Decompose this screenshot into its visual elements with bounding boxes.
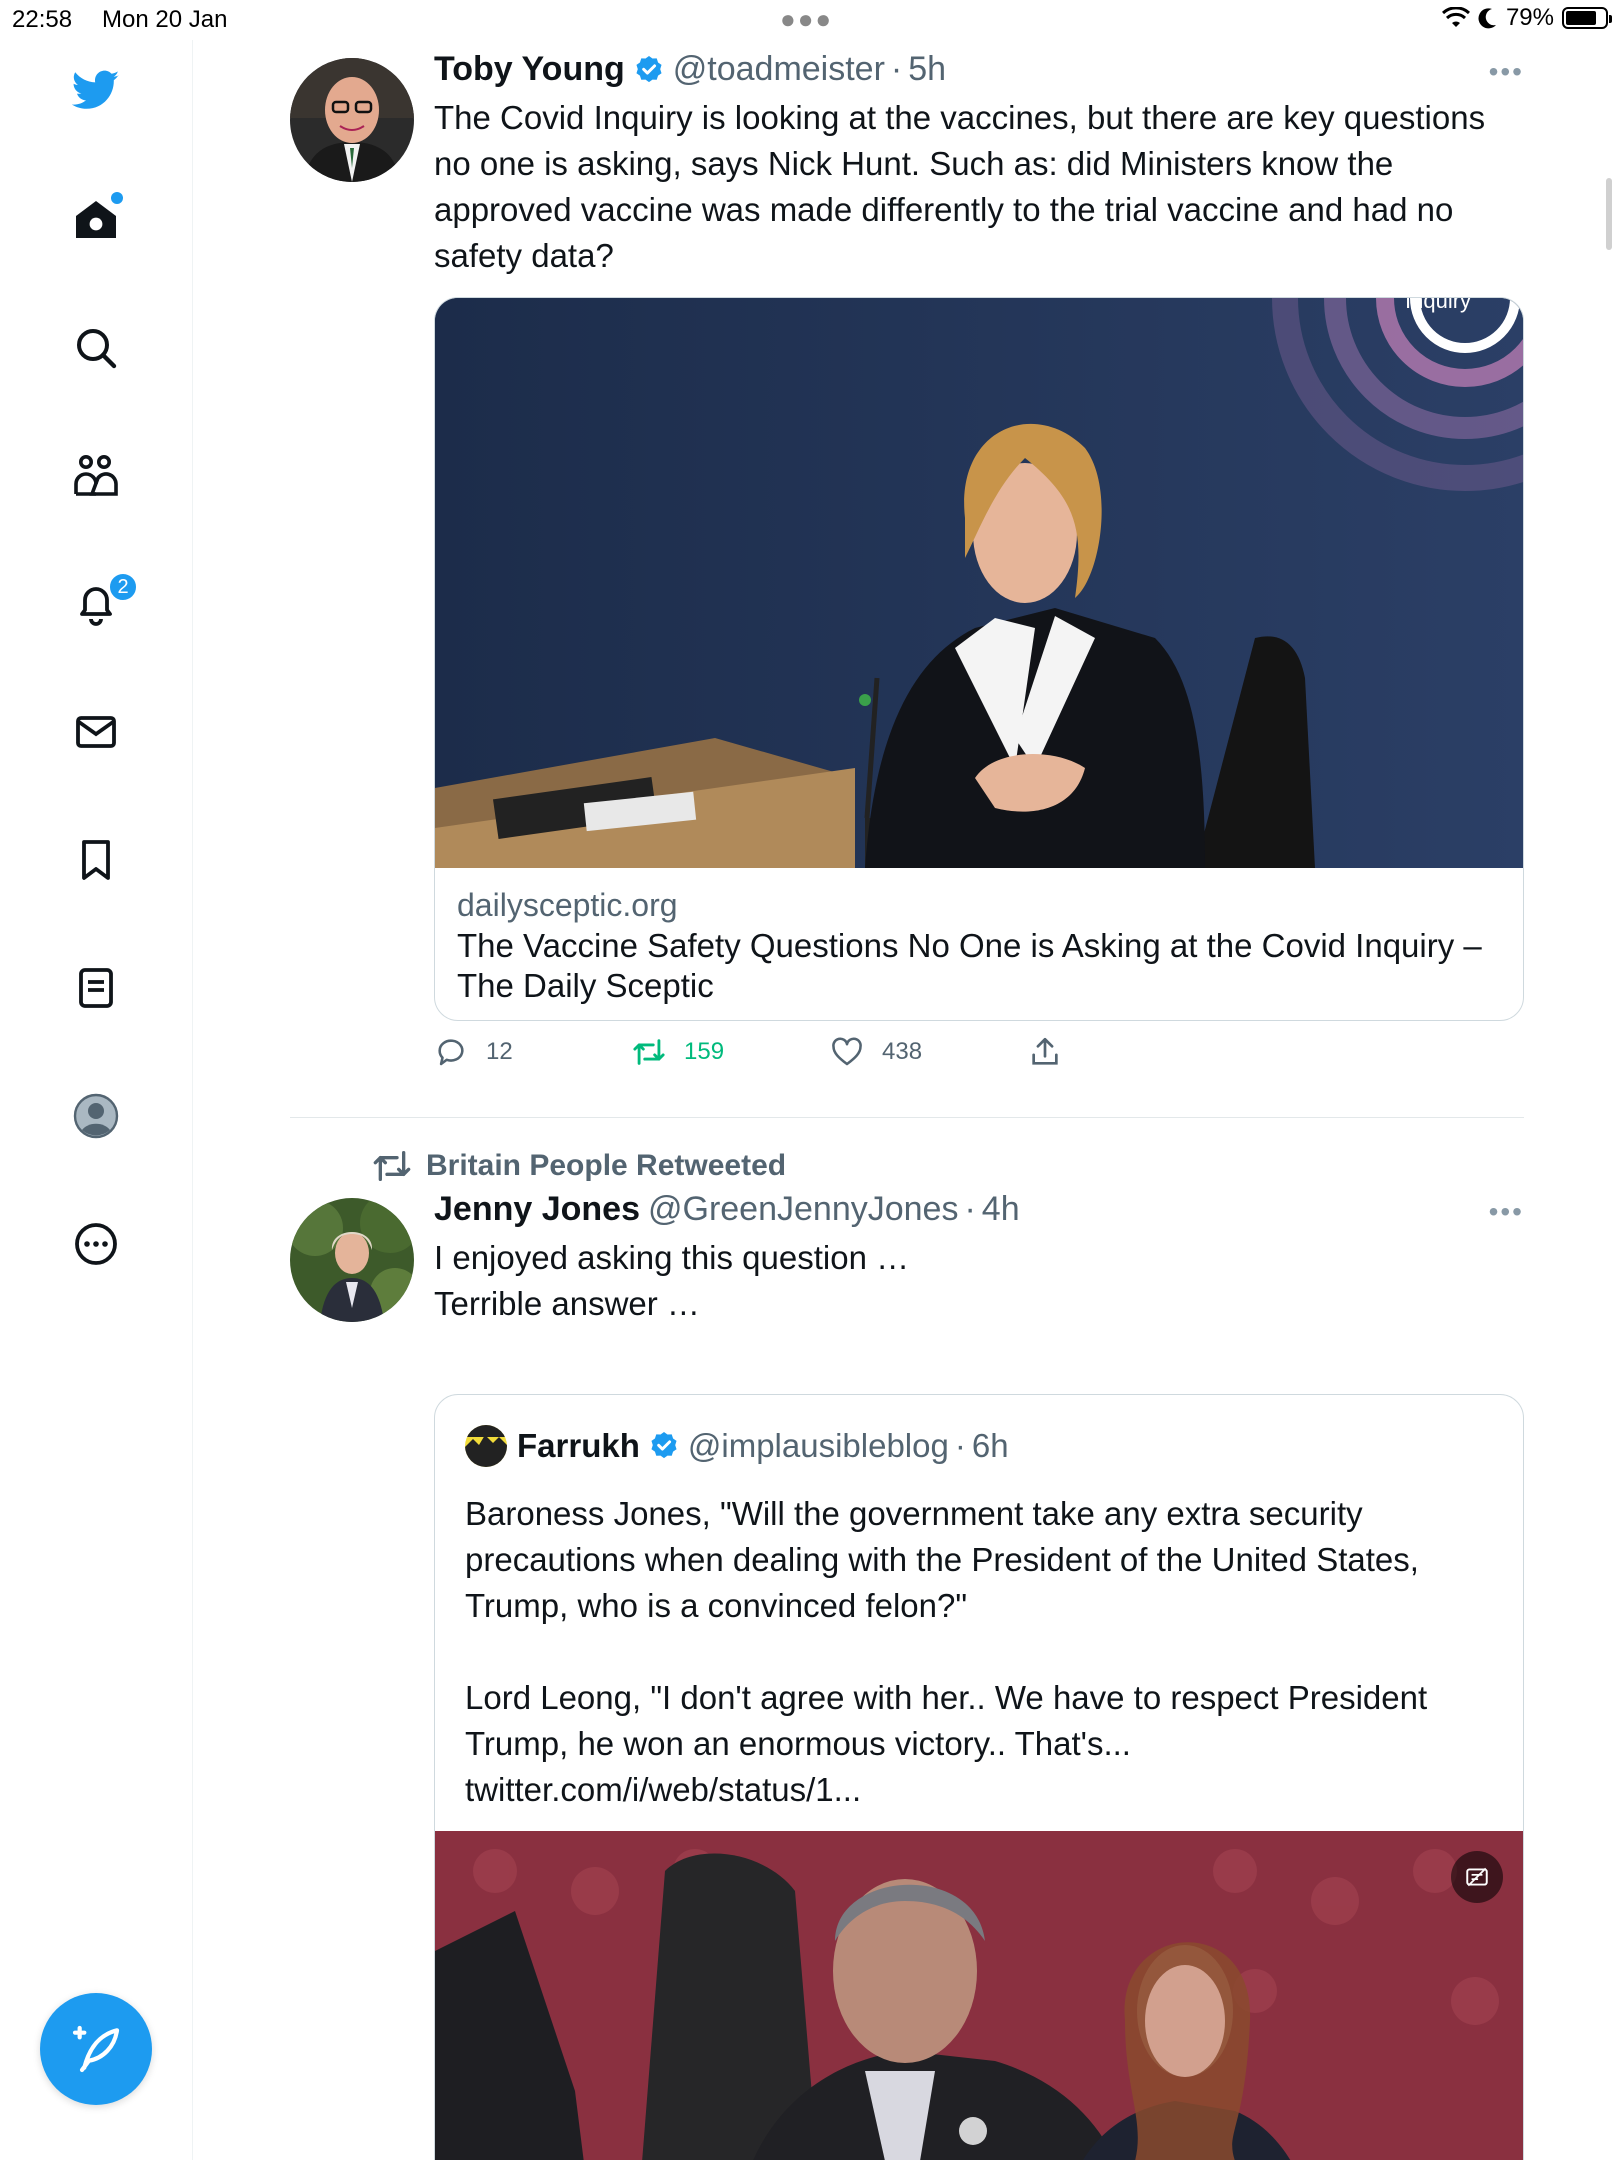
communities-icon bbox=[74, 455, 118, 496]
sidebar-item-profile[interactable] bbox=[56, 1076, 136, 1156]
sidebar-item-communities[interactable] bbox=[56, 436, 136, 516]
battery-icon bbox=[1562, 7, 1612, 29]
tweet-time[interactable]: 4h bbox=[982, 1190, 1020, 1229]
quoted-author-handle: @implausibleblog bbox=[687, 1427, 949, 1464]
heart-icon bbox=[832, 1037, 862, 1066]
lists-icon bbox=[79, 968, 113, 1008]
tweet-time[interactable]: 5h bbox=[908, 50, 946, 89]
media-settings-button[interactable] bbox=[1451, 1851, 1503, 1903]
verified-badge-icon bbox=[651, 1432, 677, 1459]
wifi-icon bbox=[1441, 7, 1470, 27]
more-circle-icon bbox=[75, 1223, 117, 1265]
tweet-text: I enjoyed asking this question … Terribl… bbox=[434, 1239, 910, 1322]
home-icon bbox=[76, 201, 116, 238]
retweet-count: 159 bbox=[684, 1038, 725, 1065]
moon-icon bbox=[1478, 8, 1496, 29]
reply-button[interactable]: 12 bbox=[434, 1035, 513, 1069]
author-name[interactable]: Toby Young bbox=[434, 50, 625, 89]
twitter-logo[interactable] bbox=[56, 50, 136, 130]
sidebar-nav: 2 bbox=[0, 40, 193, 2160]
sidebar-item-bookmarks[interactable] bbox=[56, 820, 136, 900]
sidebar-item-messages[interactable] bbox=[56, 692, 136, 772]
link-card-domain: dailysceptic.org bbox=[457, 887, 678, 923]
sidebar-item-notifications[interactable]: 2 bbox=[56, 564, 138, 644]
quoted-author-name: Farrukh bbox=[517, 1427, 640, 1464]
status-indicators: 79% bbox=[1441, 4, 1612, 32]
battery-percentage: 79% bbox=[1505, 4, 1554, 31]
retweeted-by-text: Britain People Retweeted bbox=[426, 1149, 787, 1182]
tweet-actions: 12 159 438 bbox=[434, 1021, 1524, 1091]
reply-icon bbox=[438, 1039, 464, 1066]
tweet-header: Toby Young @toadmeister · 5h bbox=[434, 50, 1524, 89]
retweet-icon bbox=[373, 1151, 411, 1181]
sidebar-item-home[interactable] bbox=[56, 180, 136, 260]
status-time: 22:58 bbox=[12, 6, 73, 33]
separator-dot: · bbox=[954, 1427, 966, 1464]
tweet-text: The Covid Inquiry is looking at the vacc… bbox=[434, 99, 1486, 274]
separator-dot: · bbox=[890, 50, 903, 88]
link-card-image: Inquiry bbox=[435, 298, 1523, 868]
share-button[interactable] bbox=[1028, 1035, 1062, 1069]
quoted-tweet-text: Baroness Jones, "Will the government tak… bbox=[465, 1495, 1428, 1808]
compose-feather-icon bbox=[72, 2025, 120, 2073]
link-card-body: dailysceptic.org The Vaccine Safety Ques… bbox=[435, 868, 1523, 1020]
search-icon bbox=[77, 329, 117, 369]
profile-avatar-icon bbox=[73, 1093, 119, 1139]
verified-badge-icon bbox=[636, 55, 662, 82]
compose-tweet-button[interactable] bbox=[40, 1993, 152, 2105]
tweet-divider bbox=[290, 1117, 1524, 1118]
media-settings-icon bbox=[1466, 1867, 1488, 1887]
share-icon bbox=[1032, 1037, 1058, 1065]
status-date: Mon 20 Jan bbox=[102, 6, 228, 33]
retweet-icon bbox=[633, 1039, 665, 1065]
scrollbar-indicator[interactable] bbox=[1606, 178, 1612, 250]
link-card[interactable]: Inquiry dailysceptic.org The Vaccine Saf… bbox=[434, 297, 1524, 1021]
home-notification-dot bbox=[111, 192, 123, 204]
sidebar-item-search[interactable] bbox=[56, 308, 136, 388]
retweeted-by-label[interactable]: Britain People Retweeted bbox=[372, 1146, 786, 1186]
quoted-video[interactable] bbox=[435, 1831, 1523, 2160]
inquiry-watermark: Inquiry bbox=[1405, 298, 1471, 313]
notification-badge: 2 bbox=[108, 572, 138, 602]
link-card-title: The Vaccine Safety Questions No One is A… bbox=[457, 927, 1482, 1004]
author-handle[interactable]: @GreenJennyJones bbox=[648, 1190, 958, 1229]
sidebar-item-more[interactable] bbox=[56, 1204, 136, 1284]
sidebar-item-lists[interactable] bbox=[56, 948, 136, 1028]
twitter-bird-icon bbox=[72, 70, 120, 109]
more-options-icon[interactable]: ••• bbox=[1489, 1196, 1524, 1228]
quoted-tweet-time: 6h bbox=[971, 1427, 1009, 1464]
quoted-avatar bbox=[465, 1425, 507, 1467]
avatar[interactable] bbox=[290, 58, 414, 182]
author-handle[interactable]: @toadmeister bbox=[673, 50, 885, 89]
quoted-tweet[interactable]: Farrukh @implausibleblog · 6h Baroness J… bbox=[434, 1394, 1524, 2160]
bookmark-icon bbox=[82, 840, 110, 880]
status-bar: 22:58 Mon 20 Jan ●●● 79% bbox=[0, 0, 1620, 40]
author-name[interactable]: Jenny Jones bbox=[434, 1190, 640, 1229]
tweet-header: Jenny Jones @GreenJennyJones · 4h bbox=[434, 1190, 1524, 1229]
multitasking-dots-icon[interactable]: ●●● bbox=[780, 4, 833, 35]
like-count: 438 bbox=[882, 1038, 923, 1065]
retweet-button[interactable]: 159 bbox=[632, 1035, 724, 1069]
like-button[interactable]: 438 bbox=[830, 1035, 922, 1069]
separator-dot: · bbox=[964, 1190, 976, 1228]
reply-count: 12 bbox=[486, 1038, 513, 1065]
avatar[interactable] bbox=[290, 1198, 414, 1322]
mail-icon bbox=[76, 716, 116, 748]
quoted-tweet-header: Farrukh @implausibleblog · 6h bbox=[435, 1395, 1523, 1467]
more-options-icon[interactable]: ••• bbox=[1489, 56, 1524, 88]
